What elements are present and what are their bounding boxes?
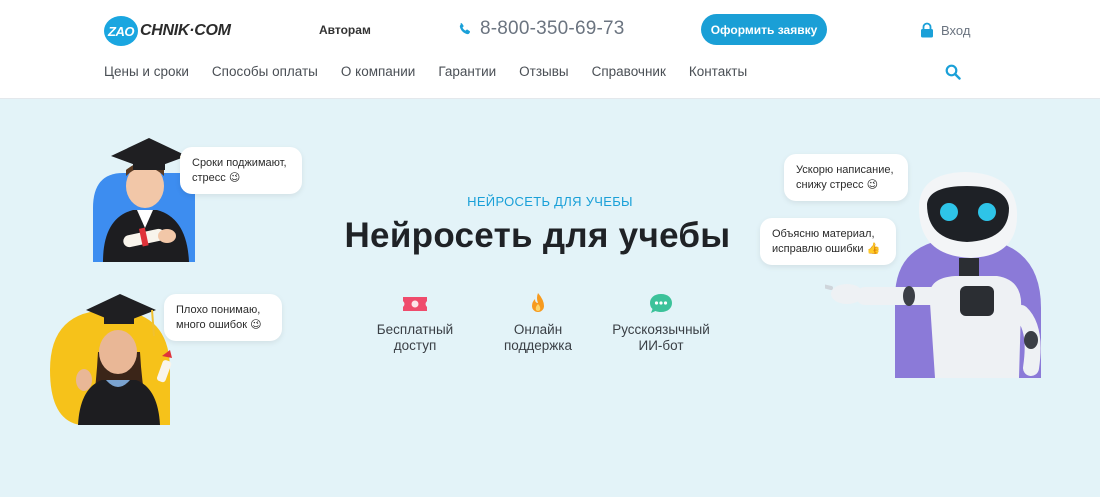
flame-icon xyxy=(532,293,544,312)
nav-item-prices[interactable]: Цены и сроки xyxy=(104,64,189,79)
bubble-line: Сроки поджимают, xyxy=(192,157,287,169)
search-icon[interactable] xyxy=(945,64,961,80)
logo-text: CHNIK·COM xyxy=(140,22,231,39)
feature-label-line1: Бесплатный xyxy=(376,322,454,337)
nav-item-payment[interactable]: Способы оплаты xyxy=(212,64,318,79)
order-button[interactable]: Оформить заявку xyxy=(701,14,827,45)
logo[interactable]: ZAO CHNIK·COM xyxy=(104,15,231,47)
nav-item-reference[interactable]: Справочник xyxy=(592,64,666,79)
lock-icon xyxy=(921,22,933,38)
feature-free-access: Бесплатный доступ xyxy=(350,292,480,354)
student-speech-bubble-2: Плохо понимаю, много ошибок 😉 xyxy=(164,294,282,341)
bubble-line: Ускорю написание, xyxy=(796,164,894,176)
bubble-line: Плохо понимаю, xyxy=(176,304,261,316)
feature-label-line1: Онлайн xyxy=(513,322,563,337)
phone-icon xyxy=(459,23,471,35)
ticket-icon xyxy=(403,297,427,311)
login-link[interactable]: Вход xyxy=(920,22,970,38)
logo-badge: ZAO xyxy=(104,16,138,46)
bubble-line: стресс 😉 xyxy=(192,172,241,184)
feature-russian-bot: Русскоязычный ИИ-бот xyxy=(596,292,726,354)
nav-item-about[interactable]: О компании xyxy=(341,64,415,79)
feature-label-line2: доступ xyxy=(393,338,437,353)
feature-label-line1: Русскоязычный xyxy=(612,322,710,337)
feature-label-line2: ИИ-бот xyxy=(638,338,684,353)
feature-label-line2: поддержка xyxy=(503,338,573,353)
site-header: ZAO CHNIK·COM Авторам 8-800-350-69-73 Оф… xyxy=(0,0,1100,99)
phone-number: 8-800-350-69-73 xyxy=(480,18,625,39)
nav-item-guarantees[interactable]: Гарантии xyxy=(438,64,496,79)
nav-item-contacts[interactable]: Контакты xyxy=(689,64,747,79)
phone-link[interactable]: 8-800-350-69-73 xyxy=(458,18,625,40)
bubble-line: снижу стресс 😉 xyxy=(796,179,879,191)
login-label: Вход xyxy=(941,22,971,38)
authors-link[interactable]: Авторам xyxy=(319,23,371,37)
robot-speech-bubble-2: Объясню материал, исправлю ошибки 👍 xyxy=(760,218,896,265)
chat-icon xyxy=(650,294,672,313)
bubble-line: много ошибок 😉 xyxy=(176,319,262,331)
main-nav: Цены и сроки Способы оплаты О компании Г… xyxy=(104,64,770,79)
bubble-line: Объясню материал, xyxy=(772,228,875,240)
robot-speech-bubble-1: Ускорю написание, снижу стресс 😉 xyxy=(784,154,908,201)
feature-online-support: Онлайн поддержка xyxy=(473,292,603,354)
nav-item-reviews[interactable]: Отзывы xyxy=(519,64,568,79)
student-speech-bubble-1: Сроки поджимают, стресс 😉 xyxy=(180,147,302,194)
bubble-line: исправлю ошибки 👍 xyxy=(772,243,881,255)
